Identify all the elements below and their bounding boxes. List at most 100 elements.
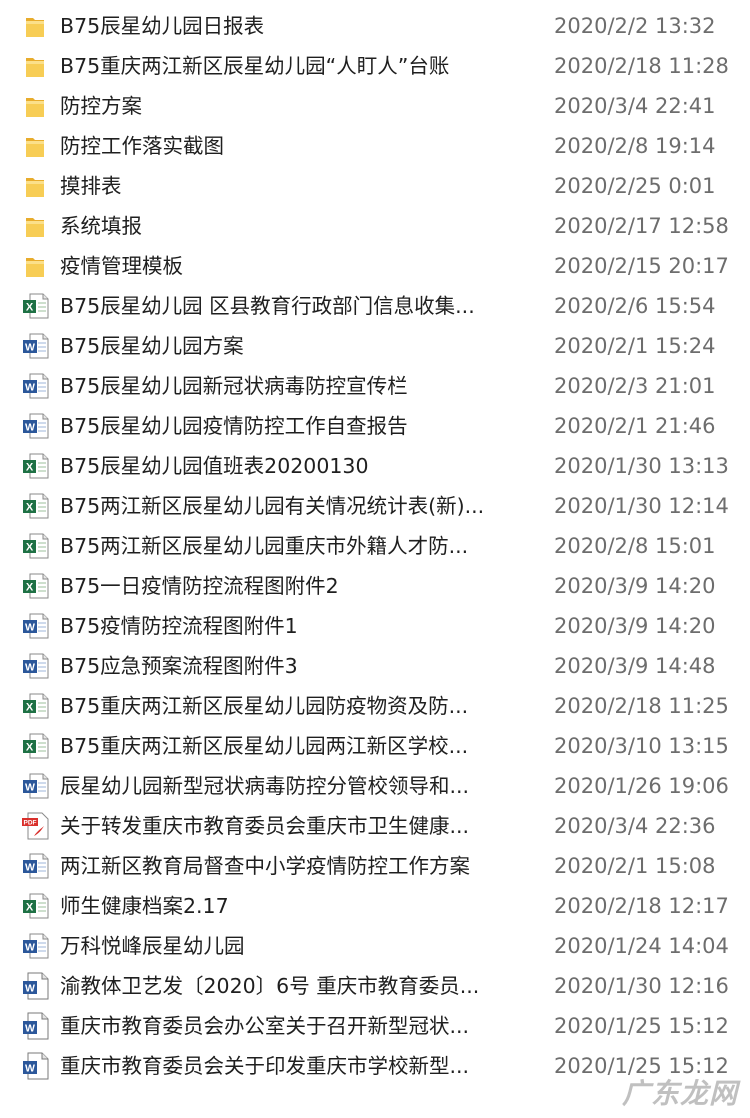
file-name[interactable]: 关于转发重庆市教育委员会重庆市卫生健康... — [60, 806, 530, 846]
file-row[interactable]: W B75应急预案流程图附件3 2020/3/9 14:48 — [0, 646, 750, 686]
file-row[interactable]: X B75两江新区辰星幼儿园有关情况统计表(新)... 2020/1/30 12:… — [0, 486, 750, 526]
file-row[interactable]: X B75一日疫情防控流程图附件2 2020/3/9 14:20 — [0, 566, 750, 606]
file-row[interactable]: W 辰星幼儿园新型冠状病毒防控分管校领导和... 2020/1/26 19:06 — [0, 766, 750, 806]
svg-text:W: W — [25, 862, 35, 874]
file-name[interactable]: B75重庆两江新区辰星幼儿园两江新区学校... — [60, 726, 530, 766]
excel-icon: X — [20, 452, 52, 480]
file-name[interactable]: B75辰星幼儿园值班表20200130 — [60, 446, 530, 486]
file-modified-date: 2020/1/30 13:13 — [554, 454, 729, 478]
word-doc-icon: W — [20, 972, 52, 1000]
file-modified-date: 2020/2/1 21:46 — [554, 414, 716, 438]
file-modified-date: 2020/2/6 15:54 — [554, 294, 716, 318]
file-row[interactable]: 防控方案 2020/3/4 22:41 — [0, 86, 750, 126]
svg-text:W: W — [25, 1023, 35, 1035]
word-icon: W — [20, 412, 52, 440]
file-row[interactable]: X B75重庆两江新区辰星幼儿园两江新区学校... 2020/3/10 13:15 — [0, 726, 750, 766]
file-modified-date: 2020/3/9 14:48 — [554, 654, 716, 678]
file-name[interactable]: 防控方案 — [60, 86, 530, 126]
folder-icon — [20, 132, 52, 160]
file-row[interactable]: PDF 关于转发重庆市教育委员会重庆市卫生健康... 2020/3/4 22:36 — [0, 806, 750, 846]
word-icon: W — [20, 332, 52, 360]
file-name[interactable]: 重庆市教育委员会办公室关于召开新型冠状... — [60, 1006, 530, 1046]
file-row[interactable]: X B75辰星幼儿园 区县教育行政部门信息收集... 2020/2/6 15:54 — [0, 286, 750, 326]
file-modified-date: 2020/3/10 13:15 — [554, 734, 729, 758]
svg-text:W: W — [25, 382, 35, 394]
file-modified-date: 2020/2/18 11:28 — [554, 54, 729, 78]
file-row[interactable]: W 重庆市教育委员会办公室关于召开新型冠状... 2020/1/25 15:12 — [0, 1006, 750, 1046]
file-row[interactable]: 疫情管理模板 2020/2/15 20:17 — [0, 246, 750, 286]
svg-text:W: W — [25, 782, 35, 794]
file-name[interactable]: 两江新区教育局督查中小学疫情防控工作方案 — [60, 846, 530, 886]
file-name[interactable]: 重庆市教育委员会关于印发重庆市学校新型... — [60, 1046, 530, 1086]
file-name[interactable]: 师生健康档案2.17 — [60, 886, 530, 926]
file-row[interactable]: W B75疫情防控流程图附件1 2020/3/9 14:20 — [0, 606, 750, 646]
file-row[interactable]: X B75辰星幼儿园值班表20200130 2020/1/30 13:13 — [0, 446, 750, 486]
file-name[interactable]: 疫情管理模板 — [60, 246, 530, 286]
folder-icon — [20, 52, 52, 80]
file-name[interactable]: 系统填报 — [60, 206, 530, 246]
file-row[interactable]: W B75辰星幼儿园疫情防控工作自查报告 2020/2/1 21:46 — [0, 406, 750, 446]
file-row[interactable]: 系统填报 2020/2/17 12:58 — [0, 206, 750, 246]
file-modified-date: 2020/2/8 19:14 — [554, 134, 716, 158]
file-name[interactable]: B75辰星幼儿园日报表 — [60, 6, 530, 46]
file-modified-date: 2020/2/8 15:01 — [554, 534, 716, 558]
file-modified-date: 2020/2/18 12:17 — [554, 894, 729, 918]
svg-text:X: X — [26, 902, 34, 914]
excel-icon: X — [20, 892, 52, 920]
svg-text:X: X — [26, 462, 34, 474]
file-modified-date: 2020/2/15 20:17 — [554, 254, 729, 278]
file-row[interactable]: W 万科悦峰辰星幼儿园 2020/1/24 14:04 — [0, 926, 750, 966]
word-icon: W — [20, 932, 52, 960]
svg-text:W: W — [25, 1063, 35, 1075]
file-row[interactable]: 防控工作落实截图 2020/2/8 19:14 — [0, 126, 750, 166]
file-name[interactable]: 辰星幼儿园新型冠状病毒防控分管校领导和... — [60, 766, 530, 806]
file-modified-date: 2020/3/4 22:36 — [554, 814, 716, 838]
file-row[interactable]: W B75辰星幼儿园方案 2020/2/1 15:24 — [0, 326, 750, 366]
file-row[interactable]: B75辰星幼儿园日报表 2020/2/2 13:32 — [0, 6, 750, 46]
file-name[interactable]: B75重庆两江新区辰星幼儿园“人盯人”台账 — [60, 46, 530, 86]
file-name[interactable]: B75疫情防控流程图附件1 — [60, 606, 530, 646]
file-name[interactable]: B75辰星幼儿园 区县教育行政部门信息收集... — [60, 286, 530, 326]
svg-text:W: W — [25, 342, 35, 354]
file-row[interactable]: W 渝教体卫艺发〔2020〕6号 重庆市教育委员... 2020/1/30 12:… — [0, 966, 750, 1006]
word-icon: W — [20, 652, 52, 680]
file-name[interactable]: B75应急预案流程图附件3 — [60, 646, 530, 686]
svg-text:X: X — [26, 542, 34, 554]
file-modified-date: 2020/2/25 0:01 — [554, 174, 716, 198]
word-icon: W — [20, 852, 52, 880]
file-modified-date: 2020/3/9 14:20 — [554, 614, 716, 638]
svg-text:W: W — [25, 983, 35, 995]
file-modified-date: 2020/2/1 15:24 — [554, 334, 716, 358]
file-name[interactable]: 摸排表 — [60, 166, 530, 206]
file-modified-date: 2020/2/17 12:58 — [554, 214, 729, 238]
svg-text:W: W — [25, 942, 35, 954]
excel-icon: X — [20, 692, 52, 720]
svg-text:X: X — [26, 702, 34, 714]
file-row[interactable]: W 两江新区教育局督查中小学疫情防控工作方案 2020/2/1 15:08 — [0, 846, 750, 886]
file-row[interactable]: X B75重庆两江新区辰星幼儿园防疫物资及防... 2020/2/18 11:25 — [0, 686, 750, 726]
file-name[interactable]: 万科悦峰辰星幼儿园 — [60, 926, 530, 966]
word-doc-icon: W — [20, 1012, 52, 1040]
file-row[interactable]: B75重庆两江新区辰星幼儿园“人盯人”台账 2020/2/18 11:28 — [0, 46, 750, 86]
file-name[interactable]: B75辰星幼儿园疫情防控工作自查报告 — [60, 406, 530, 446]
file-row[interactable]: X B75两江新区辰星幼儿园重庆市外籍人才防... 2020/2/8 15:01 — [0, 526, 750, 566]
file-name[interactable]: B75辰星幼儿园新冠状病毒防控宣传栏 — [60, 366, 530, 406]
file-row[interactable]: W B75辰星幼儿园新冠状病毒防控宣传栏 2020/2/3 21:01 — [0, 366, 750, 406]
folder-icon — [20, 172, 52, 200]
svg-text:X: X — [26, 302, 34, 314]
svg-text:W: W — [25, 622, 35, 634]
file-name[interactable]: B75辰星幼儿园方案 — [60, 326, 530, 366]
file-name[interactable]: 渝教体卫艺发〔2020〕6号 重庆市教育委员... — [60, 966, 530, 1006]
pdf-icon: PDF — [20, 812, 52, 840]
file-name[interactable]: B75两江新区辰星幼儿园重庆市外籍人才防... — [60, 526, 530, 566]
watermark-logo: 广东龙网 — [621, 1077, 738, 1110]
file-name[interactable]: 防控工作落实截图 — [60, 126, 530, 166]
file-row[interactable]: 摸排表 2020/2/25 0:01 — [0, 166, 750, 206]
file-name[interactable]: B75重庆两江新区辰星幼儿园防疫物资及防... — [60, 686, 530, 726]
file-modified-date: 2020/2/3 21:01 — [554, 374, 716, 398]
file-name[interactable]: B75一日疫情防控流程图附件2 — [60, 566, 530, 606]
file-modified-date: 2020/1/30 12:14 — [554, 494, 729, 518]
file-row[interactable]: X 师生健康档案2.17 2020/2/18 12:17 — [0, 886, 750, 926]
file-name[interactable]: B75两江新区辰星幼儿园有关情况统计表(新)... — [60, 486, 530, 526]
word-icon: W — [20, 372, 52, 400]
